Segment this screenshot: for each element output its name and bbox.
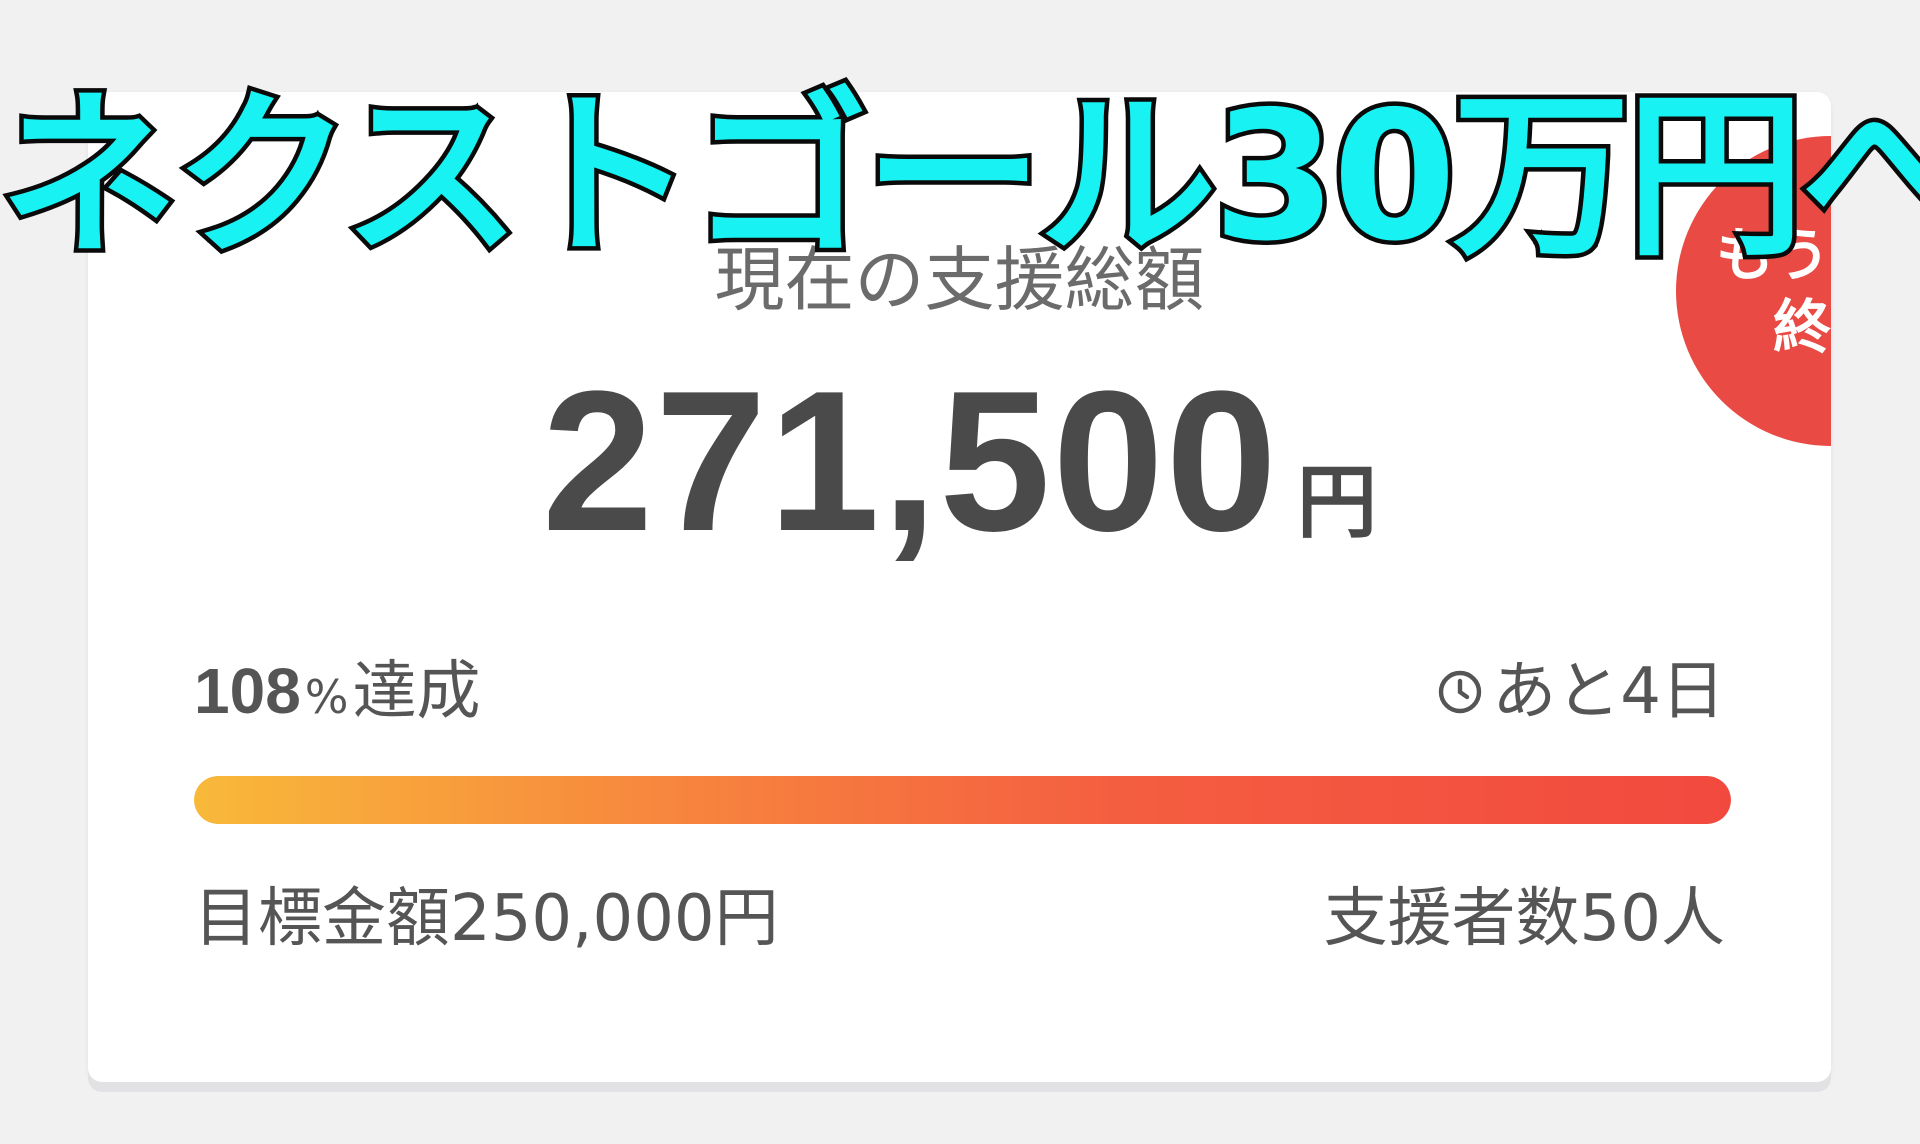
achievement-rate: 108%達成 — [194, 640, 481, 732]
progress-bar — [194, 776, 1731, 824]
achievement-number: 108 — [194, 655, 301, 727]
time-remaining: あと4日 — [1436, 640, 1725, 732]
amount-unit: 円 — [1296, 456, 1377, 549]
progress-bar-fill — [194, 776, 1731, 824]
progress-info-row: 108%達成 あと4日 — [194, 640, 1725, 732]
time-remaining-label: あと4日 — [1492, 655, 1725, 729]
amount-value: 271,500 — [542, 350, 1279, 573]
achievement-symbol: % — [304, 670, 349, 724]
page: もうすぐ 終了 現在の支援総額 271,500円 108%達成 あと4日 目標金… — [0, 0, 1920, 1144]
achievement-text: 達成 — [352, 655, 481, 729]
goal-amount: 目標金額250,000円 — [194, 882, 779, 956]
supporter-count: 支援者数50人 — [1323, 882, 1725, 956]
goal-info-row: 目標金額250,000円 支援者数50人 — [194, 867, 1725, 959]
next-goal-overlay-title: ネクストゴール30万円へ — [0, 73, 1920, 280]
total-support-amount: 271,500 円 — [88, 347, 1831, 577]
clock-icon — [1439, 670, 1482, 714]
